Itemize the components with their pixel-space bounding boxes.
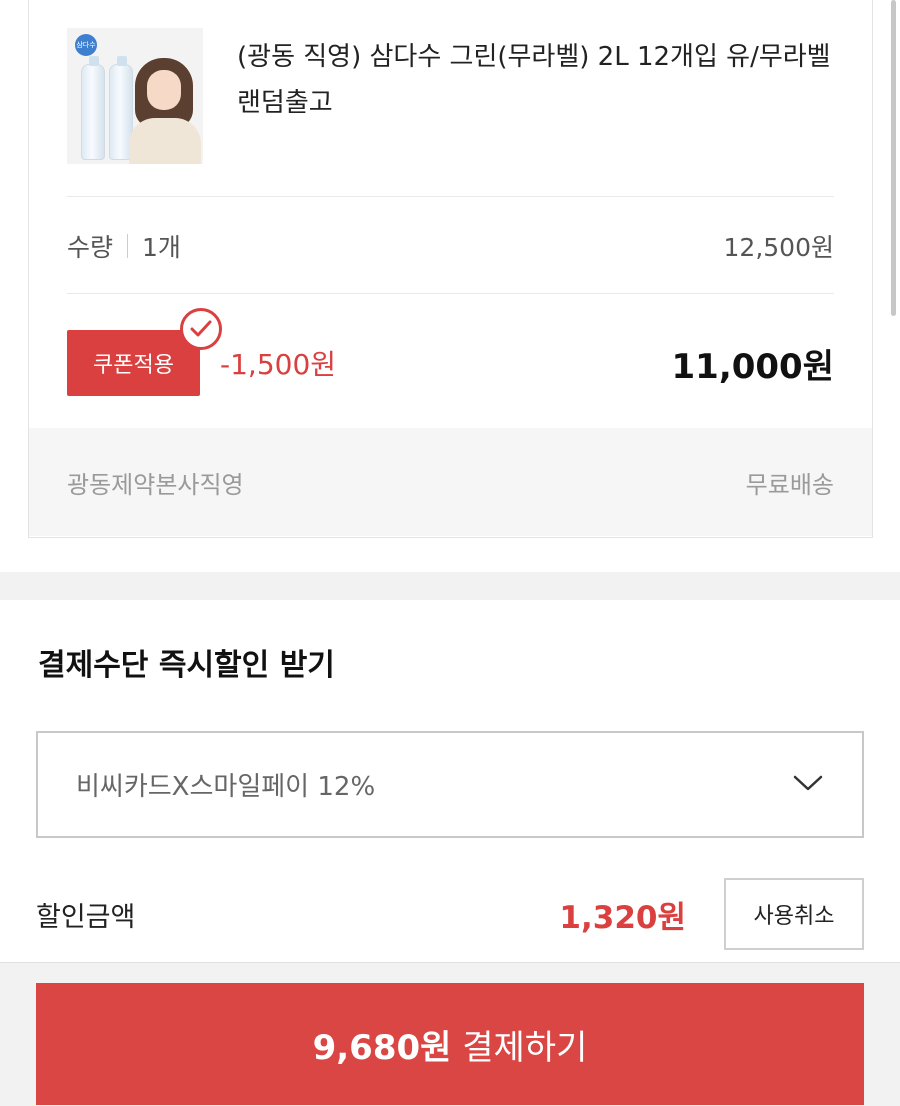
quantity-row: 수량 1개 12,500원 [67, 223, 834, 269]
final-item-price: 11,000원 [671, 346, 834, 387]
discount-label: 할인금액 [36, 901, 136, 933]
payment-method-select[interactable]: 비씨카드X스마일페이 12% [36, 731, 864, 838]
product-thumbnail[interactable]: 삼다수 [67, 28, 203, 164]
separator [127, 234, 129, 258]
section-divider [0, 572, 900, 600]
model-image [125, 54, 203, 164]
checkout-action: 결제하기 [451, 1020, 587, 1069]
coupon-price-row: 쿠폰적용 -1,500원 11,000원 [67, 308, 834, 396]
payment-section-title: 결제수단 즉시할인 받기 [38, 648, 335, 683]
brand-badge: 삼다수 [75, 34, 97, 56]
coupon-button-label: 쿠폰적용 [93, 353, 174, 378]
item-price: 12,500원 [723, 233, 834, 262]
order-item-card: 삼다수 (광동 직영) 삼다수 그린(무라벨) 2L 12개입 유/무라벨 랜덤… [28, 0, 873, 538]
chevron-down-icon [792, 770, 824, 800]
selected-payment-method: 비씨카드X스마일페이 12% [76, 772, 376, 802]
divider [67, 293, 834, 294]
check-circle-icon [180, 308, 222, 350]
cancel-discount-button[interactable]: 사용취소 [724, 878, 864, 950]
coupon-apply-button[interactable]: 쿠폰적용 [67, 308, 222, 396]
divider [67, 196, 834, 197]
scrollbar[interactable] [891, 0, 896, 316]
seller-row: 광동제약본사직영 무료배송 [29, 428, 872, 536]
discount-row: 할인금액 1,320원 사용취소 [36, 878, 864, 950]
checkout-action-label: 결제하기 [462, 1027, 588, 1068]
coupon-discount: -1,500원 [220, 348, 337, 381]
checkout-button[interactable]: 9,680원 결제하기 [36, 983, 864, 1105]
quantity-label: 수량 [67, 233, 114, 262]
discount-amount: 1,320원 [559, 899, 686, 936]
product-name[interactable]: (광동 직영) 삼다수 그린(무라벨) 2L 12개입 유/무라벨 랜덤출고 [237, 34, 837, 126]
shipping-info: 무료배송 [745, 470, 834, 499]
seller-name[interactable]: 광동제약본사직영 [67, 465, 244, 500]
checkout-amount: 9,680원 [312, 1027, 452, 1068]
quantity-value: 1개 [142, 233, 181, 262]
water-bottle-icon [81, 56, 105, 160]
